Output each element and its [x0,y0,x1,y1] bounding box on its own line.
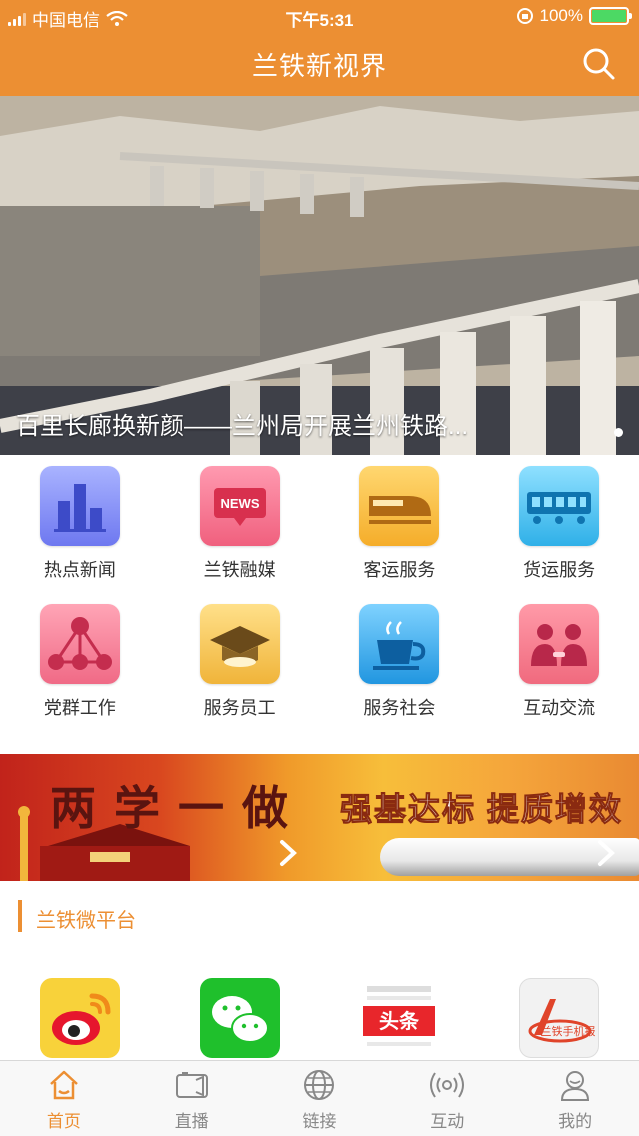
tab-label: 互动 [430,1112,465,1131]
hero-caption[interactable]: 百里长廊换新颜——兰州局开展兰州铁路... [16,406,556,441]
network-icon [39,604,120,684]
toutiao-icon: 头条 [359,978,440,1058]
feature-grid: 热点新闻 NEWS 兰铁融媒 客运服务 货运服务 党群工作 服务员工 服务社会 … [0,466,639,720]
tab-interact[interactable]: 互动 [383,1061,511,1136]
carousel-indicator [614,428,623,437]
status-bar: 中国电信 下午5:31 100% [0,0,639,32]
hero-image [0,96,639,455]
grid-item-freight[interactable]: 货运服务 [479,466,639,582]
tab-label: 直播 [174,1112,209,1131]
platform-list: 头条 兰铁手机报 [0,978,639,1058]
tab-mine[interactable]: 我的 [511,1061,639,1136]
grid-item-interaction[interactable]: 互动交流 [479,604,639,720]
platform-weibo[interactable] [0,978,160,1058]
news-icon: NEWS [199,466,280,546]
broadcast-icon [430,1072,465,1098]
freight-train-icon [519,466,600,546]
grid-label: 热点新闻 [43,560,116,580]
platform-toutiao[interactable]: 头条 [320,978,480,1058]
grid-label: 党群工作 [43,698,116,718]
tab-home[interactable]: 首页 [0,1061,128,1136]
status-right: 100% [516,6,632,26]
tab-label: 链接 [302,1112,337,1131]
bar-chart-icon [39,466,120,546]
grid-label: 客运服务 [363,560,436,580]
battery-percent: 100% [539,6,583,25]
tab-label: 首页 [46,1112,81,1131]
battery-icon [589,7,632,25]
orientation-lock-icon [516,8,533,24]
wechat-icon [199,978,280,1058]
tab-bar: 首页 直播 链接 互动 我的 [0,1060,639,1136]
nav-bar: 兰铁新视界 [0,32,639,96]
grid-item-passenger[interactable]: 客运服务 [320,466,480,582]
grid-item-media[interactable]: NEWS 兰铁融媒 [160,466,320,582]
tab-live[interactable]: 直播 [128,1061,256,1136]
promo-banner[interactable]: 两学一做 强基达标 提质增效 [0,754,639,881]
home-icon [50,1070,78,1100]
section-header: 兰铁微平台 [0,894,639,938]
chevron-right-icon[interactable] [594,838,618,868]
graduation-cap-icon [199,604,280,684]
grid-label: 兰铁融媒 [203,560,276,580]
section-title: 兰铁微平台 [36,910,136,932]
chevron-right-icon[interactable] [276,838,300,868]
coffee-cup-icon [359,604,440,684]
toutiao-text: 头条 [379,1009,420,1033]
page-title: 兰铁新视界 [251,51,387,81]
user-icon [561,1071,590,1101]
weibo-icon [39,978,120,1058]
grid-item-party-work[interactable]: 党群工作 [0,604,160,720]
platform-mobile-news[interactable]: 兰铁手机报 [479,978,639,1058]
banner-slogan-left: 两学一做 [50,781,306,835]
tab-label: 我的 [558,1112,593,1131]
grid-item-hot-news[interactable]: 热点新闻 [0,466,160,582]
grid-item-serve-society[interactable]: 服务社会 [320,604,480,720]
hero-carousel[interactable]: 百里长廊换新颜——兰州局开展兰州铁路... [0,96,639,455]
grid-label: 货运服务 [523,560,596,580]
grid-label: 互动交流 [523,698,596,718]
video-camera-icon [175,1072,208,1098]
bullet-train-icon [359,466,440,546]
search-icon[interactable] [579,44,619,84]
lantie-mobile-news-icon: 兰铁手机报 [519,978,600,1058]
svg-text:NEWS: NEWS [220,496,259,511]
banner-slogan-right: 强基达标 提质增效 [340,791,623,828]
grid-label: 服务员工 [203,698,276,718]
mobile-news-text: 兰铁手机报 [541,1024,596,1038]
section-accent-bar [18,900,22,932]
globe-icon [304,1070,335,1100]
platform-wechat[interactable] [160,978,320,1058]
tab-links[interactable]: 链接 [256,1061,384,1136]
grid-label: 服务社会 [363,698,436,718]
grid-item-serve-staff[interactable]: 服务员工 [160,604,320,720]
people-icon [519,604,600,684]
